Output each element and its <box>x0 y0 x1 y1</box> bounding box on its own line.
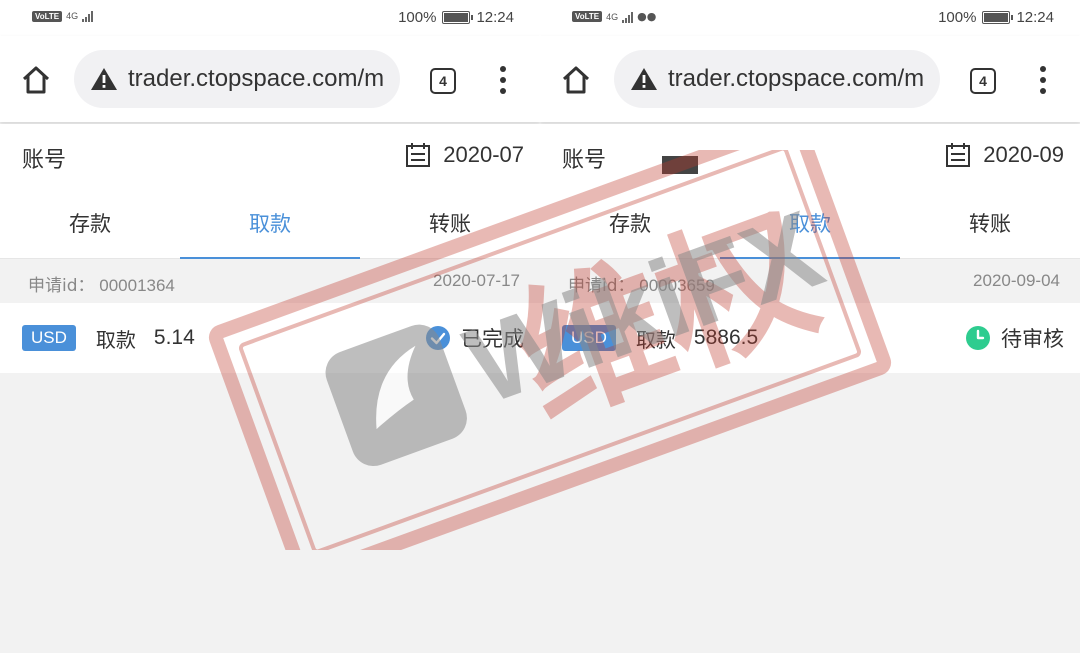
tab-bar: 存款 取款 转账 <box>540 190 1080 259</box>
clock-time: 12:24 <box>1016 9 1054 26</box>
account-label: 账号 <box>22 148 67 173</box>
battery-percent: 100% <box>938 9 977 26</box>
transaction-amount: 5.14 <box>153 326 195 349</box>
check-circle-icon <box>426 326 450 350</box>
warning-icon <box>91 68 117 90</box>
tab-bar: 存款 取款 转账 <box>0 190 540 259</box>
browser-toolbar: trader.ctopspace.com/m 4 <box>540 36 1080 122</box>
tab-transfer[interactable]: 转账 <box>360 190 540 258</box>
list-item[interactable]: USD 取款 5.14 已完成 <box>0 303 540 373</box>
transaction-type: 取款 <box>635 327 676 352</box>
battery-percent: 100% <box>398 9 437 26</box>
tab-switcher-button[interactable]: 4 <box>430 68 456 94</box>
status-bar: VoLTE 4G 100% 12:24 <box>0 0 540 36</box>
volte-badge: VoLTE <box>572 11 603 22</box>
selected-month: 2020-07 <box>443 142 524 167</box>
request-date: 2020-07-17 <box>433 271 520 290</box>
selected-month: 2020-09 <box>983 142 1064 167</box>
phone-screen-right: VoLTE 4G ●● 100% 12:24 trader.ctopspace.… <box>540 0 1080 653</box>
page-content: 账号 2020-09 存款 取款 转账 申请id： 00003659 2020-… <box>540 124 1080 373</box>
record-header: 申请id： 00003659 2020-09-04 <box>540 259 1080 303</box>
currency-badge: USD <box>562 325 616 351</box>
more-menu-icon[interactable] <box>1036 64 1050 96</box>
address-bar[interactable]: trader.ctopspace.com/m <box>614 50 940 108</box>
request-id: 申请id： 00001364 <box>28 276 175 296</box>
date-picker[interactable]: 2020-09 <box>945 142 1064 168</box>
battery-icon <box>442 11 474 24</box>
transaction-amount: 5886.5 <box>693 326 759 349</box>
tab-withdraw[interactable]: 取款 <box>720 190 900 259</box>
request-date: 2020-09-04 <box>973 271 1060 290</box>
clock-time: 12:24 <box>476 9 514 26</box>
date-picker[interactable]: 2020-07 <box>405 142 524 168</box>
tab-withdraw[interactable]: 取款 <box>180 190 360 259</box>
home-icon[interactable] <box>20 64 52 96</box>
more-menu-icon[interactable] <box>496 64 510 96</box>
list-item[interactable]: USD 取款 5886.5 待审核 <box>540 303 1080 373</box>
transaction-type: 取款 <box>95 327 136 352</box>
calendar-icon <box>946 143 971 167</box>
home-icon[interactable] <box>560 64 592 96</box>
account-label: 账号 <box>562 148 607 173</box>
status-badge: 已完成 <box>425 323 524 353</box>
warning-icon <box>631 68 657 90</box>
calendar-icon <box>406 143 431 167</box>
tab-deposit[interactable]: 存款 <box>540 190 720 258</box>
address-bar[interactable]: trader.ctopspace.com/m <box>74 50 400 108</box>
browser-toolbar: trader.ctopspace.com/m 4 <box>0 36 540 122</box>
url-text: trader.ctopspace.com/m <box>668 65 925 92</box>
record-header: 申请id： 00001364 2020-07-17 <box>0 259 540 303</box>
status-bar: VoLTE 4G ●● 100% 12:24 <box>540 0 1080 36</box>
status-text: 待审核 <box>1001 327 1064 351</box>
status-text: 已完成 <box>461 327 524 351</box>
redacted-account-number <box>662 156 698 174</box>
request-id: 申请id： 00003659 <box>568 276 715 296</box>
network-type: 4G <box>66 11 79 21</box>
network-type: 4G <box>606 11 619 22</box>
url-text: trader.ctopspace.com/m <box>128 65 385 92</box>
battery-icon <box>982 11 1014 24</box>
tab-switcher-button[interactable]: 4 <box>970 68 996 94</box>
currency-badge: USD <box>22 325 76 351</box>
phone-screen-left: VoLTE 4G 100% 12:24 trader.ctopspace.com… <box>0 0 540 653</box>
page-content: 账号 2020-07 存款 取款 转账 申请id： 00001364 2020-… <box>0 124 540 373</box>
signal-icon <box>622 11 634 23</box>
tab-transfer[interactable]: 转账 <box>900 190 1080 258</box>
signal-icon <box>82 10 94 22</box>
tab-deposit[interactable]: 存款 <box>0 190 180 258</box>
volte-badge: VoLTE <box>32 10 63 22</box>
status-badge: 待审核 <box>965 323 1064 353</box>
wechat-icon: ●● <box>637 10 657 23</box>
clock-icon <box>966 326 990 350</box>
account-row: 账号 2020-07 <box>0 124 540 190</box>
account-row: 账号 2020-09 <box>540 124 1080 190</box>
